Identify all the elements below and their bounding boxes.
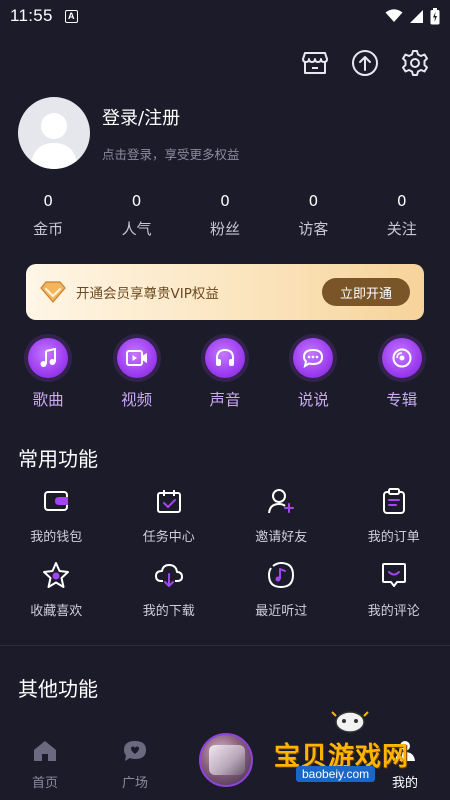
stat-label: 人气 bbox=[121, 220, 152, 238]
wifi-icon bbox=[385, 9, 403, 22]
settings-icon[interactable] bbox=[400, 48, 430, 78]
func-label: 我的评论 bbox=[367, 604, 420, 619]
video-icon bbox=[116, 338, 157, 378]
recent-music-icon bbox=[266, 560, 296, 590]
func-favorites[interactable]: 收藏喜欢 bbox=[0, 560, 113, 620]
home-icon bbox=[34, 741, 56, 761]
notification-badge-icon: A bbox=[64, 9, 78, 23]
login-subtitle: 点击登录，享受更多权益 bbox=[102, 146, 240, 162]
stat-value: 0 bbox=[396, 192, 407, 210]
func-label: 最近听过 bbox=[255, 604, 308, 619]
battery-icon bbox=[430, 7, 440, 24]
avatar[interactable] bbox=[18, 97, 90, 169]
player-cover-thumbnail bbox=[209, 745, 245, 775]
stat-coins[interactable]: 0 金币 bbox=[8, 192, 88, 239]
stat-label: 访客 bbox=[298, 220, 329, 238]
stat-value: 0 bbox=[131, 192, 142, 210]
wallet-icon bbox=[41, 486, 71, 516]
tab-label: 首页 bbox=[31, 776, 58, 791]
category-label: 专辑 bbox=[386, 391, 418, 409]
func-wallet[interactable]: 我的钱包 bbox=[0, 486, 113, 546]
game-controller-mascot-icon bbox=[331, 711, 369, 733]
login-register-link[interactable]: 登录/注册 bbox=[102, 104, 240, 130]
vip-text: 开通会员享尊贵VIP权益 bbox=[76, 286, 219, 302]
other-functions-title: 其他功能 bbox=[18, 677, 98, 701]
category-videos[interactable]: 视频 bbox=[100, 338, 174, 410]
func-invite-friends[interactable]: 邀请好友 bbox=[225, 486, 338, 546]
category-sounds[interactable]: 声音 bbox=[188, 338, 262, 410]
cloud-download-icon bbox=[154, 560, 184, 590]
stat-value: 0 bbox=[308, 192, 319, 210]
status-bar: 11:55 A bbox=[0, 0, 450, 32]
func-recently-played[interactable]: 最近听过 bbox=[225, 560, 338, 620]
tab-home[interactable]: 首页 bbox=[15, 740, 75, 791]
vip-banner[interactable]: 开通会员享尊贵VIP权益 立即开通 bbox=[26, 264, 424, 320]
category-row: 歌曲 视频 声音 说说 专辑 bbox=[0, 338, 450, 410]
common-functions-grid: 我的钱包 任务中心 邀请好友 我的订单 收藏喜欢 我的下载 最近听过 我的评论 bbox=[0, 486, 450, 620]
comment-icon bbox=[379, 560, 409, 590]
category-label: 说说 bbox=[297, 391, 329, 409]
func-label: 我的订单 bbox=[367, 530, 420, 545]
star-icon bbox=[41, 560, 71, 590]
func-my-comments[interactable]: 我的评论 bbox=[338, 560, 450, 620]
func-label: 我的下载 bbox=[142, 604, 195, 619]
func-my-orders[interactable]: 我的订单 bbox=[338, 486, 450, 546]
category-label: 歌曲 bbox=[32, 391, 64, 409]
stat-fans[interactable]: 0 粉丝 bbox=[185, 192, 265, 239]
stat-value: 0 bbox=[43, 192, 53, 210]
watermark: 宝贝游戏网 baobeiy.com bbox=[268, 706, 438, 788]
stat-value: 0 bbox=[220, 192, 230, 210]
signal-icon bbox=[410, 9, 423, 23]
stats-row: 0 金币 0 人气 0 粉丝 0 访客 0 关注 bbox=[0, 192, 450, 239]
status-time: 11:55 bbox=[10, 6, 53, 25]
upload-icon[interactable] bbox=[350, 48, 380, 78]
section-divider bbox=[0, 645, 450, 646]
task-calendar-icon bbox=[154, 486, 184, 516]
func-label: 我的钱包 bbox=[30, 530, 83, 545]
func-label: 邀请好友 bbox=[255, 530, 308, 545]
tab-square[interactable]: 广场 bbox=[105, 740, 165, 791]
stat-label: 粉丝 bbox=[209, 220, 240, 238]
watermark-url: baobeiy.com bbox=[296, 766, 376, 782]
disc-icon bbox=[381, 338, 422, 378]
status-indicators bbox=[385, 7, 440, 25]
headphones-icon bbox=[204, 338, 245, 378]
tab-center-player[interactable] bbox=[199, 733, 253, 787]
chat-bubble-icon bbox=[293, 338, 334, 378]
category-label: 声音 bbox=[209, 391, 241, 409]
top-actions bbox=[300, 48, 430, 78]
stat-popularity[interactable]: 0 人气 bbox=[97, 192, 177, 239]
func-task-center[interactable]: 任务中心 bbox=[113, 486, 226, 546]
stat-label: 金币 bbox=[33, 220, 64, 238]
store-icon[interactable] bbox=[300, 48, 330, 78]
category-songs[interactable]: 歌曲 bbox=[11, 338, 85, 410]
default-avatar-icon bbox=[30, 113, 78, 169]
diamond-icon bbox=[40, 281, 66, 303]
music-note-icon bbox=[28, 338, 69, 378]
stat-visitors[interactable]: 0 访客 bbox=[273, 192, 353, 239]
order-clipboard-icon bbox=[379, 486, 409, 516]
profile-header[interactable]: 登录/注册 点击登录，享受更多权益 bbox=[18, 97, 240, 169]
common-functions-title: 常用功能 bbox=[18, 447, 98, 471]
stat-following[interactable]: 0 关注 bbox=[362, 192, 442, 239]
stat-label: 关注 bbox=[386, 220, 417, 238]
func-downloads[interactable]: 我的下载 bbox=[113, 560, 226, 620]
func-label: 任务中心 bbox=[142, 530, 195, 545]
add-user-icon bbox=[266, 486, 296, 516]
square-chat-icon bbox=[124, 741, 146, 761]
func-label: 收藏喜欢 bbox=[30, 604, 83, 619]
tab-label: 广场 bbox=[121, 776, 148, 791]
vip-open-button[interactable]: 立即开通 bbox=[322, 278, 410, 306]
category-albums[interactable]: 专辑 bbox=[365, 338, 439, 410]
category-label: 视频 bbox=[121, 391, 153, 409]
category-posts[interactable]: 说说 bbox=[276, 338, 350, 410]
